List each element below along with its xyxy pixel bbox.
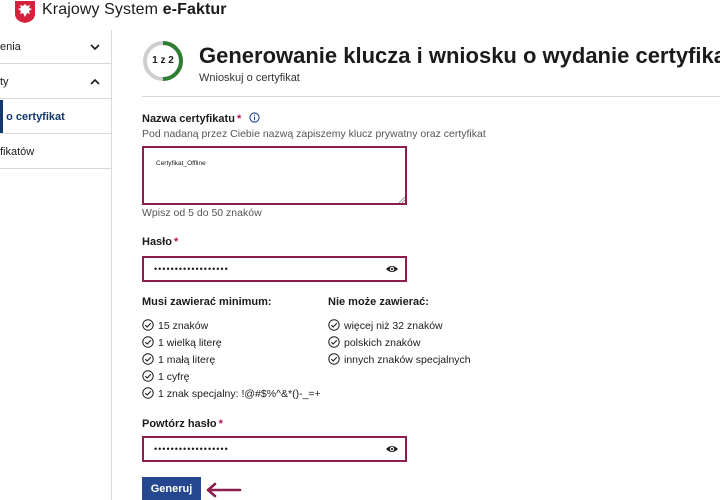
top-bar: Krajowy System e-Faktur [0, 0, 720, 28]
sidebar-item-wnioskuj-o-certyfikat[interactable]: j o certyfikat [0, 100, 111, 134]
check-circle-icon [328, 353, 340, 365]
check-circle-icon [142, 353, 154, 365]
sidebar-item-label: ty [0, 76, 9, 88]
rule-item: 1 wielką literę [142, 336, 222, 349]
check-circle-icon [328, 336, 340, 348]
password-repeat-input[interactable] [142, 436, 407, 462]
resize-grip-icon[interactable] [399, 197, 405, 203]
cert-name-input[interactable]: Certyfikat_Offline [142, 146, 407, 205]
brand-title[interactable]: Krajowy System e-Faktur [42, 1, 227, 19]
step-indicator-label: 1 z 2 [152, 55, 174, 66]
password-label: Hasło * [142, 236, 179, 248]
check-circle-icon [142, 336, 154, 348]
rule-item: polskich znaków [328, 336, 420, 349]
must-contain-title: Musi zawierać minimum: [142, 296, 272, 308]
sidebar-item-label: fikatów [0, 146, 35, 158]
poland-eagle-emblem-icon [15, 1, 35, 23]
must-not-contain-title: Nie może zawierać: [328, 296, 429, 308]
sidebar-item-ustawienia[interactable]: enia [0, 30, 111, 64]
password-input[interactable] [142, 256, 407, 282]
sidebar-item-certyfikaty[interactable]: ty [0, 65, 111, 99]
chevron-down-icon [90, 44, 100, 51]
show-password-eye-icon[interactable] [385, 444, 399, 454]
sidebar-item-label: j o certyfikat [0, 111, 65, 123]
cert-name-hint: Pod nadaną przez Ciebie nazwą zapiszemy … [142, 128, 486, 140]
main-content: 1 z 2 Generowanie klucza i wniosku o wyd… [112, 30, 720, 500]
show-password-eye-icon[interactable] [385, 264, 399, 274]
rule-item: 1 małą literę [142, 353, 215, 366]
password-repeat-label: Powtórz hasło * [142, 418, 223, 430]
check-circle-icon [328, 319, 340, 331]
cert-name-length-hint: Wpisz od 5 do 50 znaków [142, 207, 262, 219]
page-subtitle: Wnioskuj o certyfikat [199, 72, 300, 84]
info-icon[interactable] [249, 112, 260, 123]
sidebar-item-lista-certyfikatow[interactable]: fikatów [0, 135, 111, 169]
sidebar: enia ty j o certyfikat fikatów [0, 30, 112, 500]
chevron-up-icon [90, 78, 100, 85]
rule-item: innych znaków specjalnych [328, 353, 471, 366]
check-circle-icon [142, 387, 154, 399]
generate-button[interactable]: Generuj [142, 477, 201, 500]
check-circle-icon [142, 319, 154, 331]
rule-item: więcej niż 32 znaków [328, 319, 443, 332]
arrow-left-icon [206, 482, 242, 498]
cert-name-label: Nazwa certyfikatu * [142, 112, 260, 125]
divider [142, 96, 720, 97]
check-circle-icon [142, 370, 154, 382]
page-title: Generowanie klucza i wniosku o wydanie c… [199, 43, 720, 68]
rule-item: 1 znak specjalny: !@#$%^&*()-_=+ [142, 387, 321, 400]
sidebar-item-label: enia [0, 41, 21, 53]
rule-item: 1 cyfrę [142, 370, 190, 383]
rule-item: 15 znaków [142, 319, 208, 332]
